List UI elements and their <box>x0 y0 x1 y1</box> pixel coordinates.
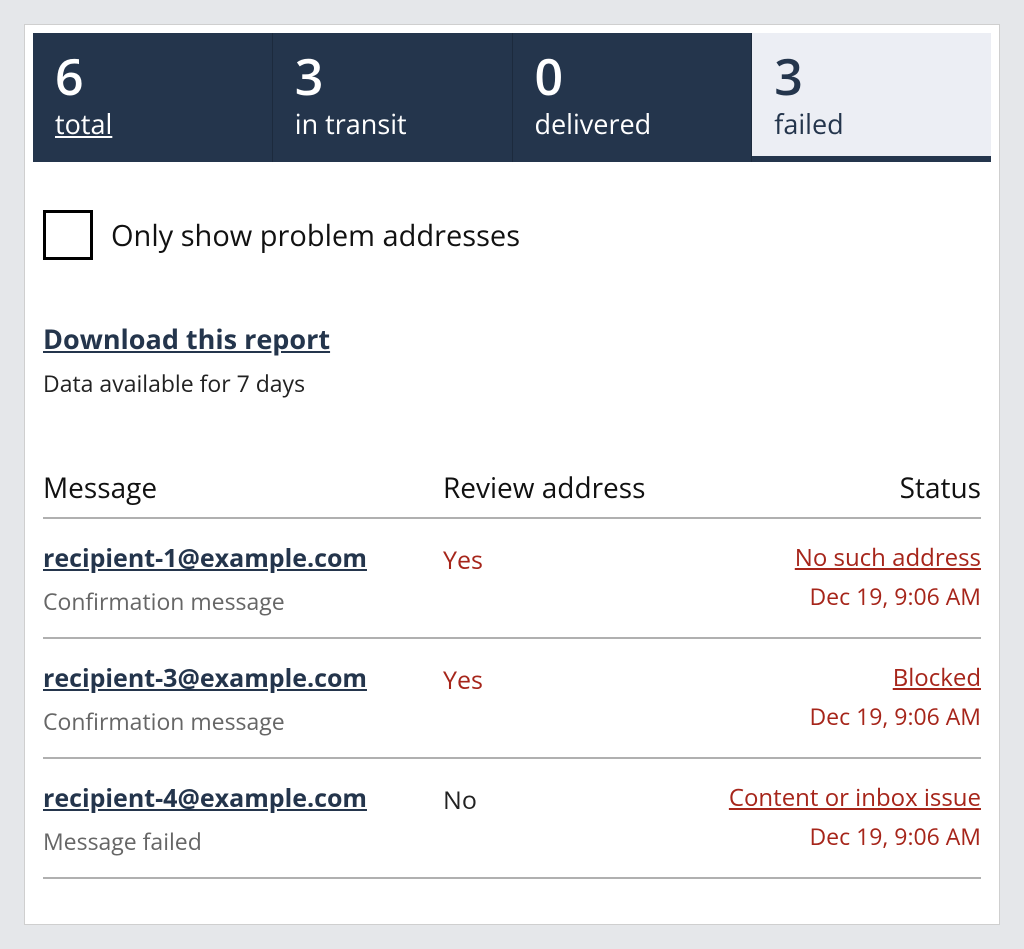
message-cell: recipient-3@example.com Confirmation mes… <box>43 661 443 737</box>
status-time: Dec 19, 9:06 AM <box>673 700 981 732</box>
th-review: Review address <box>443 469 673 507</box>
message-cell: recipient-1@example.com Confirmation mes… <box>43 541 443 617</box>
pill-total[interactable]: 6 total <box>33 33 273 162</box>
status-summary-banner: 6 total 3 in transit 0 delivered 3 faile… <box>33 33 991 162</box>
message-subtext: Confirmation message <box>43 705 443 737</box>
download-section: Download this report Data available for … <box>43 320 981 399</box>
review-cell: No <box>443 781 673 817</box>
pill-delivered-count: 0 <box>535 51 732 101</box>
pill-in-transit[interactable]: 3 in transit <box>273 33 513 162</box>
recipient-link[interactable]: recipient-1@example.com <box>43 541 367 575</box>
report-card: 6 total 3 in transit 0 delivered 3 faile… <box>24 24 1000 925</box>
page-wrap: 6 total 3 in transit 0 delivered 3 faile… <box>0 0 1024 949</box>
status-time: Dec 19, 9:06 AM <box>673 580 981 612</box>
table-row: recipient-4@example.com Message failed N… <box>43 759 981 879</box>
pill-in-transit-label: in transit <box>295 105 407 142</box>
status-cell: Content or inbox issue Dec 19, 9:06 AM <box>673 781 981 852</box>
review-cell: Yes <box>443 541 673 577</box>
messages-table: Message Review address Status recipient-… <box>43 469 981 879</box>
review-cell: Yes <box>443 661 673 697</box>
th-message: Message <box>43 469 443 507</box>
recipient-link[interactable]: recipient-3@example.com <box>43 661 367 695</box>
pill-total-label: total <box>55 105 112 142</box>
table-header: Message Review address Status <box>43 469 981 519</box>
pill-failed-label: failed <box>774 105 843 142</box>
message-cell: recipient-4@example.com Message failed <box>43 781 443 857</box>
pill-delivered[interactable]: 0 delivered <box>513 33 753 162</box>
filter-row: Only show problem addresses <box>43 210 981 260</box>
status-cell: No such address Dec 19, 9:06 AM <box>673 541 981 612</box>
download-report-link[interactable]: Download this report <box>43 320 330 357</box>
table-row: recipient-1@example.com Confirmation mes… <box>43 519 981 639</box>
status-link[interactable]: No such address <box>795 541 981 574</box>
message-subtext: Confirmation message <box>43 585 443 617</box>
pill-delivered-label: delivered <box>535 105 652 142</box>
pill-failed[interactable]: 3 failed <box>752 33 991 162</box>
problem-addresses-label: Only show problem addresses <box>111 216 520 255</box>
table-row: recipient-3@example.com Confirmation mes… <box>43 639 981 759</box>
pill-failed-count: 3 <box>774 51 971 101</box>
download-hint: Data available for 7 days <box>43 367 981 399</box>
pill-in-transit-count: 3 <box>295 51 492 101</box>
problem-addresses-checkbox[interactable] <box>43 210 93 260</box>
pill-total-count: 6 <box>55 51 252 101</box>
recipient-link[interactable]: recipient-4@example.com <box>43 781 367 815</box>
report-body: Only show problem addresses Download thi… <box>25 210 999 897</box>
th-status: Status <box>673 469 981 507</box>
status-cell: Blocked Dec 19, 9:06 AM <box>673 661 981 732</box>
status-time: Dec 19, 9:06 AM <box>673 820 981 852</box>
status-link[interactable]: Blocked <box>893 661 981 694</box>
message-subtext: Message failed <box>43 825 443 857</box>
status-link[interactable]: Content or inbox issue <box>729 781 981 814</box>
